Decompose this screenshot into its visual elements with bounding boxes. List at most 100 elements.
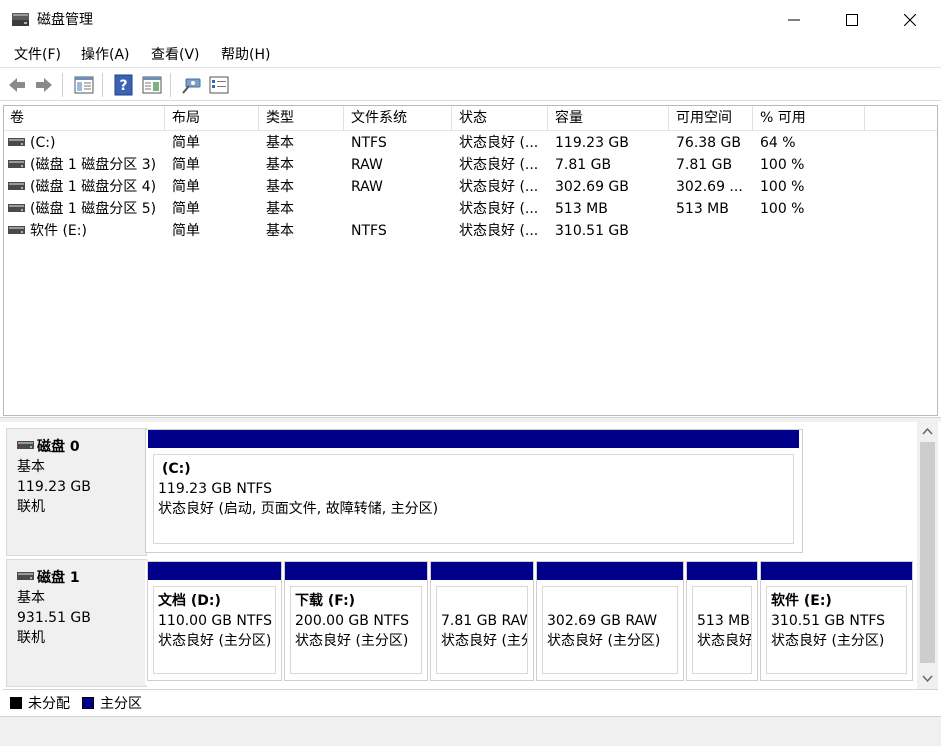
close-button[interactable]: [887, 0, 933, 40]
volume-name: (磁盘 1 磁盘分区 5): [30, 201, 157, 217]
partition-block[interactable]: 下载 (F:) 200.00 GB NTFS 状态良好 (主分区): [284, 561, 428, 681]
disk-0-label[interactable]: 磁盘 0 基本 119.23 GB 联机: [6, 428, 147, 556]
disk-1-label[interactable]: 磁盘 1 基本 931.51 GB 联机: [6, 559, 147, 687]
volume-row[interactable]: (磁盘 1 磁盘分区 5) 简单 基本 状态良好 (... 513 MB 513…: [4, 198, 937, 220]
column-header-free-space[interactable]: 可用空间: [669, 106, 753, 131]
maximize-button[interactable]: [829, 0, 875, 40]
volume-row[interactable]: (磁盘 1 磁盘分区 3) 简单 基本 RAW 状态良好 (... 7.81 G…: [4, 154, 937, 176]
partition-name: [441, 591, 527, 611]
filesystem-cell: NTFS: [351, 223, 387, 239]
volume-row[interactable]: (磁盘 1 磁盘分区 4) 简单 基本 RAW 状态良好 (... 302.69…: [4, 176, 937, 198]
column-header-filesystem[interactable]: 文件系统: [344, 106, 452, 131]
partition-info: 软件 (E:) 310.51 GB NTFS 状态良好 (主分区): [766, 586, 907, 674]
scroll-down-icon[interactable]: [922, 673, 933, 683]
minimize-button[interactable]: [771, 0, 817, 40]
drive-icon: [8, 204, 25, 212]
drive-icon: [8, 226, 25, 234]
disk-state: 联机: [17, 630, 45, 646]
disk-size: 931.51 GB: [17, 610, 91, 626]
status-cell: 状态良好 (...: [459, 201, 539, 217]
type-cell: 基本: [266, 135, 294, 151]
column-header-percent-free[interactable]: % 可用: [753, 106, 865, 131]
scrollbar-thumb[interactable]: [920, 442, 935, 663]
partition-block[interactable]: 文档 (D:) 110.00 GB NTFS 状态良好 (主分区): [147, 561, 282, 681]
partition-info: 文档 (D:) 110.00 GB NTFS 状态良好 (主分区): [153, 586, 276, 674]
percent-free-cell: 100 %: [760, 179, 805, 195]
status-cell: 状态良好 (...: [459, 135, 539, 151]
free-space-cell: [669, 220, 753, 242]
scroll-up-icon[interactable]: [922, 427, 933, 437]
window-title: 磁盘管理: [37, 12, 93, 28]
column-header-type[interactable]: 类型: [259, 106, 344, 131]
toolbar-separator: [62, 73, 63, 97]
volume-row[interactable]: 软件 (E:) 简单 基本 NTFS 状态良好 (... 310.51 GB: [4, 220, 937, 242]
partition-info: 302.69 GB RAW 状态良好 (主分区): [542, 586, 678, 674]
volume-row[interactable]: (C:) 简单 基本 NTFS 状态良好 (... 119.23 GB 76.3…: [4, 132, 937, 154]
partition-status: 状态良好 (主分区): [547, 633, 661, 649]
column-header-status[interactable]: 状态: [452, 106, 548, 131]
status-bar: [0, 716, 941, 746]
partition-status: 状态良好 (启动, 页面文件, 故障转储, 主分区): [158, 501, 439, 517]
settings-list-icon[interactable]: [208, 74, 230, 96]
primary-partition-band: [687, 562, 757, 580]
primary-partition-band: [431, 562, 533, 580]
menu-help[interactable]: 帮助(H): [221, 44, 270, 64]
capacity-cell: 7.81 GB: [555, 157, 612, 173]
drive-icon: [8, 182, 25, 190]
rescan-icon[interactable]: [180, 74, 202, 96]
volume-name: 软件 (E:): [30, 223, 87, 239]
disk-0-partitions: (C:) 119.23 GB NTFS 状态良好 (启动, 页面文件, 故障转储…: [145, 429, 803, 553]
capacity-cell: 119.23 GB: [555, 135, 629, 151]
partition-size: 302.69 GB RAW: [547, 613, 658, 629]
volume-cell: (C:): [4, 132, 165, 154]
partition-status: 状态良好 (主分区): [295, 633, 409, 649]
volume-list-header: 卷 布局 类型 文件系统 状态 容量 可用空间 % 可用: [4, 106, 937, 131]
free-space-cell: 513 MB: [676, 201, 729, 217]
disk-icon: [17, 441, 34, 449]
partition-info: 513 MB 状态良好 (主分区): [692, 586, 752, 674]
partition-block[interactable]: 软件 (E:) 310.51 GB NTFS 状态良好 (主分区): [760, 561, 913, 681]
disk-type: 基本: [17, 590, 45, 606]
column-header-layout[interactable]: 布局: [165, 106, 259, 131]
close-icon: [904, 14, 916, 26]
partition-block[interactable]: 513 MB 状态良好 (主分区): [686, 561, 758, 681]
show-hide-tree-icon[interactable]: [73, 74, 95, 96]
partition-size: 200.00 GB NTFS: [295, 613, 410, 629]
layout-cell: 简单: [172, 179, 200, 195]
partition-block[interactable]: 7.81 GB RAW 状态良好 (主分区): [430, 561, 534, 681]
layout-cell: 简单: [172, 223, 200, 239]
forward-icon[interactable]: [33, 74, 55, 96]
disk-type: 基本: [17, 459, 45, 475]
back-icon[interactable]: [6, 74, 28, 96]
disk-management-app-icon: [12, 13, 29, 26]
layout-cell: 简单: [172, 157, 200, 173]
volume-name: (磁盘 1 磁盘分区 3): [30, 157, 157, 173]
properties-icon[interactable]: [141, 74, 163, 96]
volume-cell: (磁盘 1 磁盘分区 3): [4, 154, 165, 176]
help-icon[interactable]: ?: [113, 74, 135, 96]
primary-partition-band: [761, 562, 912, 580]
drive-icon: [8, 138, 25, 146]
column-header-capacity[interactable]: 容量: [548, 106, 669, 131]
percent-free-cell: [753, 220, 865, 242]
title-bar: 磁盘管理: [0, 0, 941, 40]
status-cell: 状态良好 (...: [459, 223, 539, 239]
minimize-icon: [788, 19, 800, 21]
status-cell: 状态良好 (...: [459, 179, 539, 195]
partition-size: 119.23 GB NTFS: [158, 481, 273, 497]
partition-block[interactable]: 302.69 GB RAW 状态良好 (主分区): [536, 561, 684, 681]
menu-action[interactable]: 操作(A): [81, 44, 130, 64]
column-header-volume[interactable]: 卷: [4, 106, 165, 131]
volume-list: 卷 布局 类型 文件系统 状态 容量 可用空间 % 可用 (C:) 简单 基本 …: [3, 105, 938, 416]
status-cell: 状态良好 (...: [459, 157, 539, 173]
menu-view[interactable]: 查看(V): [151, 44, 200, 64]
graph-vertical-scrollbar[interactable]: [917, 422, 938, 689]
partition-name: 文档 (D:): [158, 593, 221, 609]
partition-block[interactable]: (C:) 119.23 GB NTFS 状态良好 (启动, 页面文件, 故障转储…: [148, 430, 799, 550]
primary-partition-band: [537, 562, 683, 580]
primary-partition-band: [148, 562, 281, 580]
partition-size: 110.00 GB NTFS: [158, 613, 273, 629]
type-cell: 基本: [266, 179, 294, 195]
menu-file[interactable]: 文件(F): [14, 44, 61, 64]
partition-size: 513 MB: [697, 613, 750, 629]
